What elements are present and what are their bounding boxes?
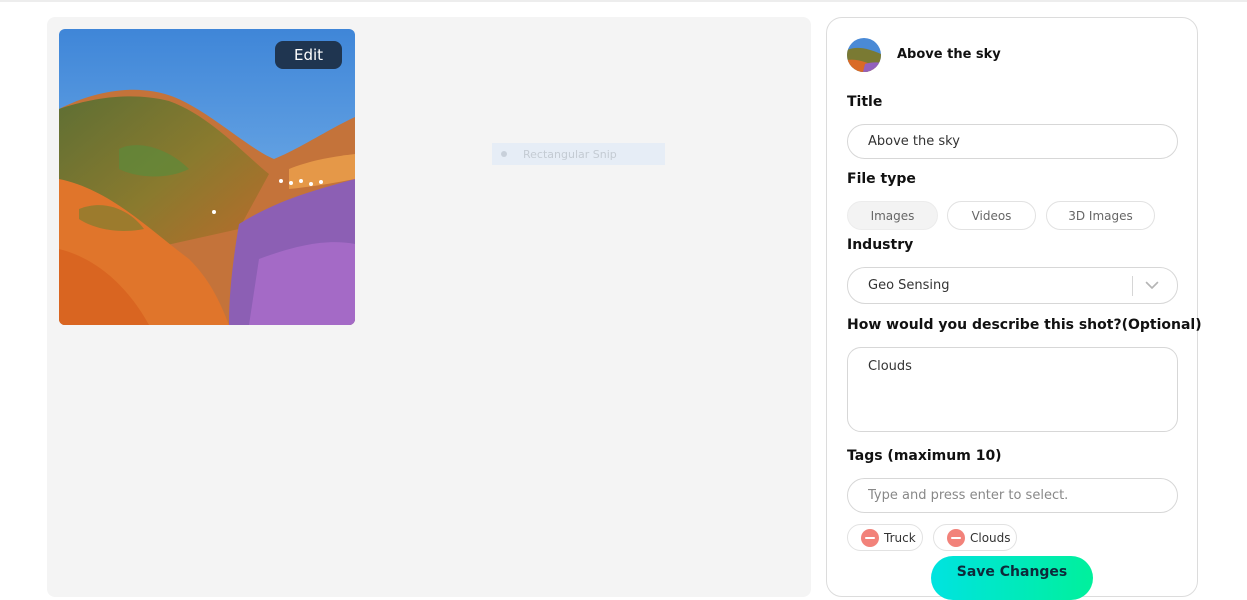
file-type-chip-3d-images[interactable]: 3D Images [1046, 201, 1155, 230]
remove-tag-icon[interactable] [947, 528, 965, 547]
tag-truck: Truck [847, 524, 923, 551]
tags-label: Tags (maximum 10) [847, 448, 1002, 464]
description-label: How would you describe this shot?(Option… [847, 317, 1202, 333]
industry-selected-value: Geo Sensing [868, 278, 950, 293]
shot-preview-image [59, 29, 355, 325]
description-textarea[interactable]: Clouds [847, 347, 1178, 432]
tags-input[interactable] [847, 478, 1178, 513]
title-label: Title [847, 94, 883, 110]
industry-select[interactable]: Geo Sensing [847, 267, 1178, 304]
snip-label: Rectangular Snip [523, 147, 617, 161]
edit-button[interactable]: Edit [275, 41, 342, 69]
file-type-label: File type [847, 171, 916, 187]
avatar [847, 38, 881, 72]
title-input[interactable] [847, 124, 1178, 159]
remove-tag-icon[interactable] [861, 528, 879, 547]
tag-clouds: Clouds [933, 524, 1017, 551]
chevron-down-icon[interactable] [1141, 276, 1163, 296]
top-divider [0, 0, 1247, 2]
industry-label: Industry [847, 237, 914, 253]
file-type-chip-videos[interactable]: Videos [947, 201, 1036, 230]
file-type-chip-images[interactable]: Images [847, 201, 938, 230]
save-changes-button[interactable]: Save Changes [931, 556, 1093, 600]
shot-owner-name: Above the sky [897, 47, 1001, 62]
rectangular-snip-overlay: Rectangular Snip [492, 143, 665, 165]
select-divider [1132, 275, 1133, 296]
tag-label: Clouds [970, 530, 1011, 545]
tag-label: Truck [884, 530, 916, 545]
snip-icon [501, 151, 507, 157]
